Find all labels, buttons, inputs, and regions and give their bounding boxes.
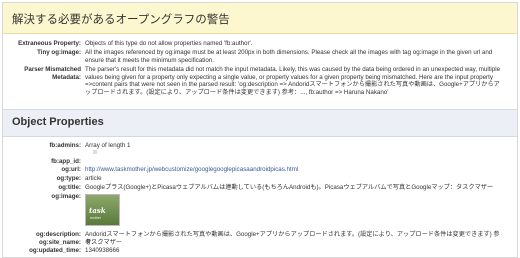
property-value: article bbox=[85, 175, 102, 182]
thumbnail-sub-text: mother bbox=[90, 216, 101, 220]
warning-label: Extraneous Property: bbox=[18, 40, 81, 47]
object-properties-header: Object Properties bbox=[3, 109, 517, 137]
warning-label: Tiny og:image: bbox=[37, 49, 81, 56]
og-image-thumbnail[interactable]: task mother bbox=[85, 194, 120, 226]
property-label: og:updated_time: bbox=[29, 247, 81, 254]
og-url-link[interactable]: http://www.taskmother.jp/webcustomize/go… bbox=[85, 166, 298, 173]
property-label: og:title: bbox=[58, 184, 81, 191]
property-label: fb:admins: bbox=[49, 142, 81, 149]
property-label: og:site_name: bbox=[39, 239, 81, 246]
admins-array-marker bbox=[85, 149, 505, 157]
warning-value: Objects of this type do not allow proper… bbox=[85, 40, 253, 47]
property-value: タスクマザー bbox=[85, 239, 123, 246]
warning-value: The parser's result for this metadata di… bbox=[85, 66, 501, 96]
warning-title: 解決する必要があるオープングラフの警告 bbox=[12, 12, 230, 26]
property-label: og:description: bbox=[35, 231, 81, 238]
property-label: og:url: bbox=[61, 166, 81, 173]
property-label: og:image: bbox=[51, 193, 81, 200]
property-label: fb:app_id: bbox=[51, 158, 81, 165]
warning-label: Parser Mismatched Metadata: bbox=[24, 66, 81, 81]
array-item-marker bbox=[93, 150, 97, 155]
debugger-panel: 解決する必要があるオープングラフの警告 Extraneous Property:… bbox=[2, 2, 518, 258]
warning-value: All the images referenced by og:image mu… bbox=[85, 49, 493, 64]
property-label: og:type: bbox=[56, 175, 81, 182]
object-properties-title: Object Properties bbox=[12, 116, 104, 128]
thumbnail-logo-text: task bbox=[89, 206, 106, 215]
warning-header: 解決する必要があるオープングラフの警告 bbox=[3, 3, 517, 34]
property-value: 1340938666 bbox=[85, 247, 120, 254]
property-value: Googleプラス(Google+)とPicasaウェブアルバムは連動している(… bbox=[85, 184, 494, 191]
